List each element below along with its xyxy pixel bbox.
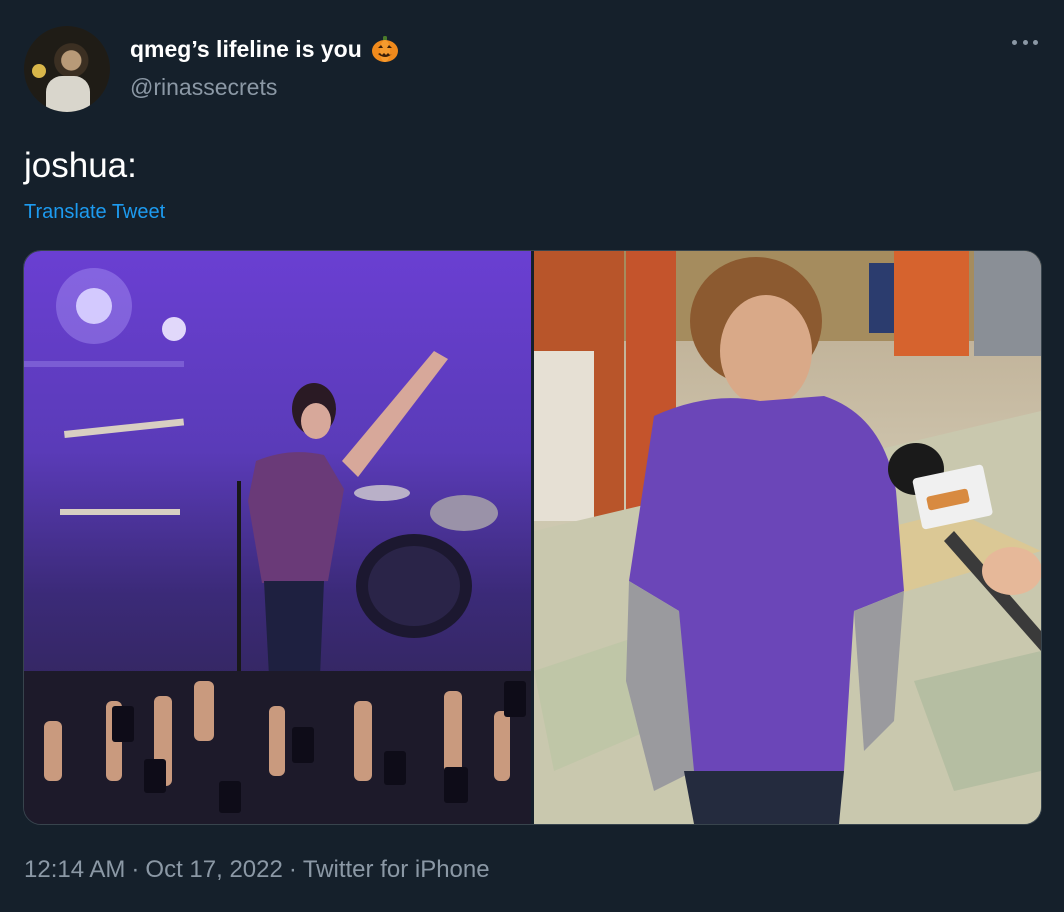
separator: ·	[131, 856, 140, 883]
separator: ·	[288, 856, 297, 883]
avatar[interactable]	[24, 26, 110, 112]
tweet-client[interactable]: Twitter for iPhone	[303, 856, 490, 883]
pumpkin-emoji-icon	[371, 36, 398, 62]
tweet-timestamp: 12:14 AM · Oct 17, 2022 · Twitter for iPhone	[24, 856, 490, 884]
tweet-time[interactable]: 12:14 AM	[24, 856, 125, 883]
interview-photo[interactable]	[534, 251, 1041, 824]
display-name-text: qmeg’s lifeline is you	[130, 35, 362, 62]
author-display-name[interactable]: qmeg’s lifeline is you	[130, 34, 400, 64]
concert-photo[interactable]	[24, 251, 531, 824]
tweet-text: joshua:	[24, 146, 137, 185]
author-handle[interactable]: @rinassecrets	[130, 74, 277, 101]
interview-photo-illustration	[534, 251, 1041, 824]
translate-tweet-link[interactable]: Translate Tweet	[24, 201, 165, 224]
concert-photo-illustration	[24, 268, 531, 824]
tweet-date[interactable]: Oct 17, 2022	[145, 856, 282, 883]
tweet-card: qmeg’s lifeline is you @rinassecrets jos…	[0, 0, 1064, 912]
more-options-icon[interactable]	[1012, 38, 1038, 46]
media-grid	[23, 250, 1042, 825]
